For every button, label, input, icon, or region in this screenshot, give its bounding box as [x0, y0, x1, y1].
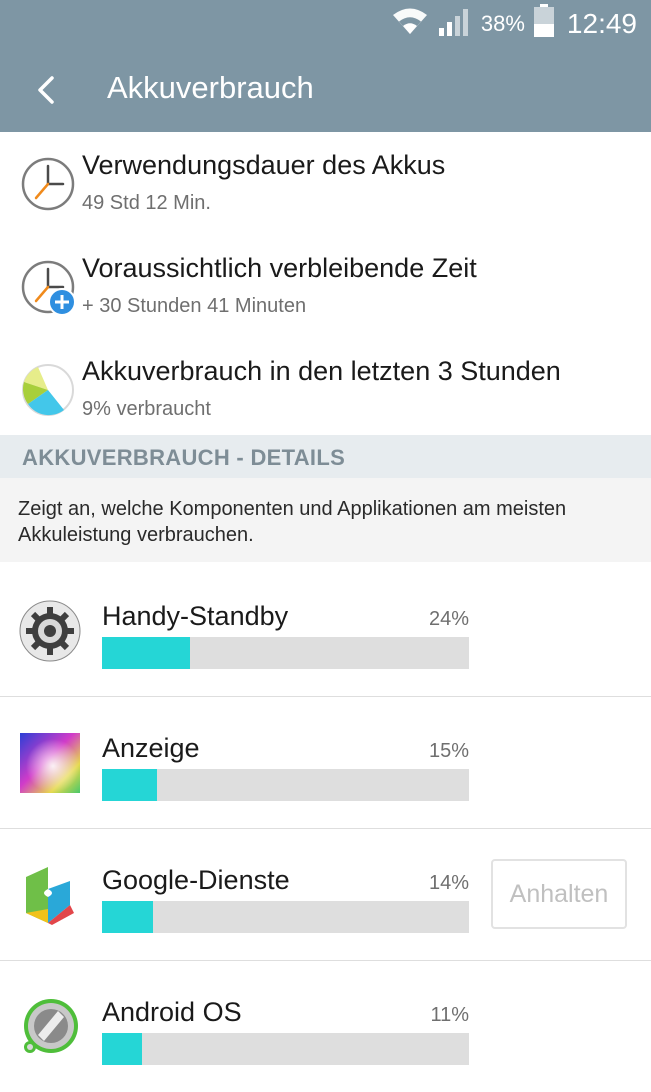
row-title: Akkuverbrauch in den letzten 3 Stunden — [82, 356, 561, 386]
details-section-header: AKKUVERBRAUCH - DETAILS — [0, 435, 651, 478]
usage-percent: 24% — [428, 608, 469, 630]
usage-bar — [102, 1033, 469, 1065]
app-name: Google-Dienste — [102, 865, 290, 895]
clock-time: 12:49 — [566, 8, 637, 39]
row-subtitle: 49 Std 12 Min. — [82, 192, 211, 214]
app-name: Android OS — [102, 997, 242, 1027]
description-text: Zeigt an, welche Komponenten und Applika… — [18, 498, 567, 546]
app-name: Anzeige — [102, 733, 200, 763]
stop-app-button[interactable]: Anhalten — [491, 859, 627, 929]
app-row-google-dienste[interactable]: Google-Dienste 14% Anhalten — [0, 829, 651, 961]
battery-icon — [533, 3, 555, 45]
usage-duration-row[interactable]: Verwendungsdauer des Akkus 49 Std 12 Min… — [0, 140, 651, 243]
usage-bar-fill — [102, 1033, 143, 1065]
usage-percent: 14% — [428, 872, 469, 894]
top-bar: 38% 12:49 Akkuverbrauch — [0, 0, 651, 132]
usage-bar-fill — [102, 637, 191, 669]
app-row-anzeige[interactable]: Anzeige 15% — [0, 697, 651, 829]
row-title: Voraussichtlich verbleibende Zeit — [82, 253, 477, 283]
row-title: Verwendungsdauer des Akkus — [82, 150, 446, 180]
page-title: Akkuverbrauch — [107, 70, 314, 105]
pie-chart-icon — [20, 362, 76, 418]
google-services-icon — [18, 863, 82, 927]
app-row-android-os[interactable]: Android OS 11% — [0, 961, 651, 1092]
display-icon — [18, 731, 82, 795]
clock-plus-icon — [20, 259, 76, 316]
status-bar: 38% 12:49 — [0, 0, 651, 48]
wifi-icon — [391, 6, 429, 43]
remaining-time-row[interactable]: Voraussichtlich verbleibende Zeit + 30 S… — [0, 243, 651, 346]
details-description: Zeigt an, welche Komponenten und Applika… — [0, 478, 651, 562]
usage-bar-fill — [102, 769, 158, 801]
clock-icon — [20, 156, 76, 212]
back-arrow-icon[interactable] — [30, 68, 70, 112]
usage-bar — [102, 769, 469, 801]
app-bar: Akkuverbrauch — [0, 48, 651, 132]
signal-icon — [437, 6, 473, 43]
app-row-handy-standby[interactable]: Handy-Standby 24% — [0, 565, 651, 697]
usage-percent: 15% — [428, 740, 469, 762]
usage-bar — [102, 901, 469, 933]
usage-percent: 11% — [430, 1004, 469, 1026]
app-name: Handy-Standby — [102, 601, 289, 631]
section-title: AKKUVERBRAUCH - DETAILS — [22, 445, 346, 470]
row-subtitle: 9% verbraucht — [82, 398, 211, 420]
usage-bar-fill — [102, 901, 154, 933]
settings-gear-icon — [18, 599, 82, 663]
android-os-icon — [18, 995, 82, 1059]
row-subtitle: + 30 Stunden 41 Minuten — [82, 295, 307, 317]
battery-percent: 38% — [480, 11, 525, 36]
last-3-hours-row[interactable]: Akkuverbrauch in den letzten 3 Stunden 9… — [0, 346, 651, 449]
usage-bar — [102, 637, 469, 669]
